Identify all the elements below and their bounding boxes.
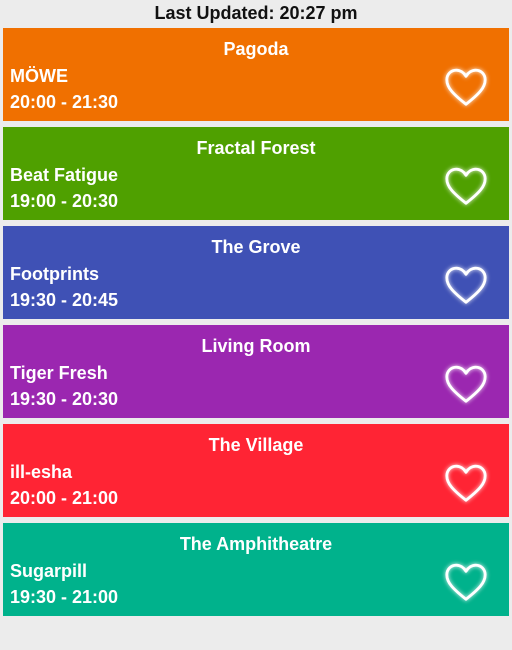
stage-name: The Village — [208, 435, 304, 455]
set-card-the-grove[interactable]: The Grove Footprints 19:30 - 20:45 — [3, 226, 509, 319]
artist-name: Tiger Fresh — [10, 363, 108, 383]
set-time: 19:30 - 21:00 — [10, 587, 119, 607]
set-card-fractal-forest[interactable]: Fractal Forest Beat Fatigue 19:00 - 20:3… — [3, 127, 509, 220]
set-time: 20:00 - 21:00 — [10, 488, 119, 508]
artist-name: Footprints — [10, 264, 99, 284]
artist-name: Beat Fatigue — [10, 165, 119, 185]
stage-name: Pagoda — [223, 39, 289, 59]
set-time: 19:00 - 20:30 — [10, 191, 119, 211]
set-card-the-village[interactable]: The Village ill-esha 20:00 - 21:00 — [3, 424, 509, 517]
artist-name: ill-esha — [10, 462, 73, 482]
stage-name: The Grove — [211, 237, 301, 257]
artist-name: Sugarpill — [10, 561, 88, 581]
stage-name: Living Room — [201, 336, 311, 356]
last-updated-header: Last Updated: 20:27 pm — [0, 0, 512, 27]
set-time: 20:00 - 21:30 — [10, 92, 119, 112]
set-card-the-amphitheatre[interactable]: The Amphitheatre Sugarpill 19:30 - 21:00 — [3, 523, 509, 616]
stage-name: The Amphitheatre — [179, 534, 333, 554]
favorite-heart-icon[interactable] — [443, 163, 489, 209]
set-time: 19:30 - 20:30 — [10, 389, 119, 409]
artist-name: MÖWE — [10, 66, 68, 86]
favorite-heart-icon[interactable] — [443, 559, 489, 605]
set-card-living-room[interactable]: Living Room Tiger Fresh 19:30 - 20:30 — [3, 325, 509, 418]
favorite-heart-icon[interactable] — [443, 460, 489, 506]
set-card-pagoda[interactable]: Pagoda MÖWE 20:00 - 21:30 — [3, 28, 509, 121]
favorite-heart-icon[interactable] — [443, 262, 489, 308]
favorite-heart-icon[interactable] — [443, 361, 489, 407]
favorite-heart-icon[interactable] — [443, 64, 489, 110]
set-time: 19:30 - 20:45 — [10, 290, 119, 310]
stage-name: Fractal Forest — [196, 138, 316, 158]
set-list: Pagoda MÖWE 20:00 - 21:30 Fractal Forest… — [3, 28, 509, 622]
